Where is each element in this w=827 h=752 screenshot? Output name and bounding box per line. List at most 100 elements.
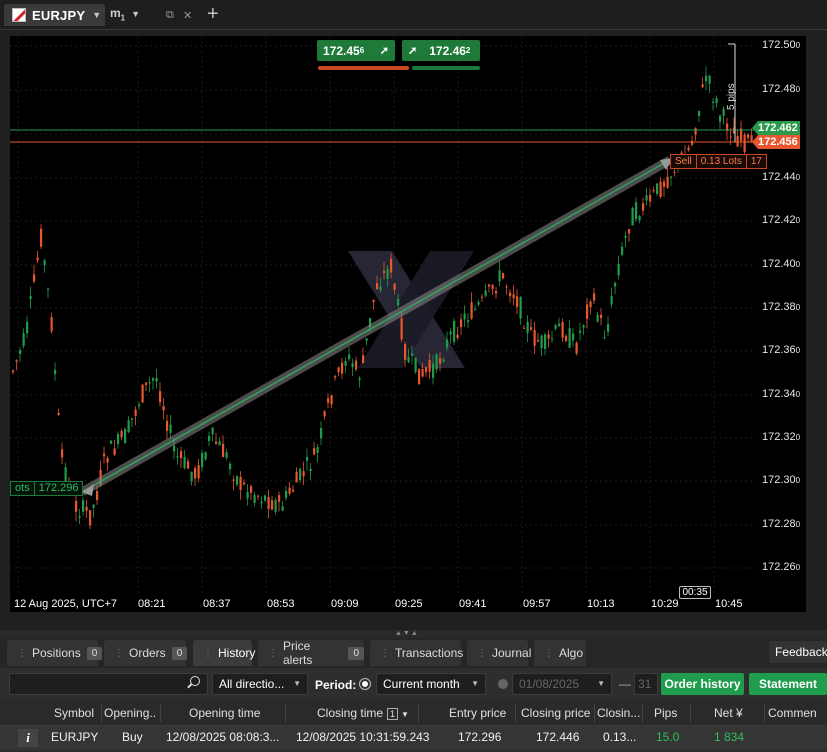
- candle-body: [512, 294, 515, 299]
- candle-body: [54, 369, 57, 375]
- column-header-opening-direction[interactable]: Opening..: [104, 706, 158, 720]
- column-header-symbol[interactable]: Symbol: [54, 706, 100, 720]
- add-chart-button[interactable]: +: [207, 3, 219, 26]
- candle-body: [358, 378, 361, 381]
- period-select[interactable]: Current month ▼: [376, 673, 486, 695]
- date-to-input[interactable]: 31: [634, 673, 658, 695]
- price-scale-label: 172.500: [762, 39, 800, 51]
- sell-position-label[interactable]: Sell 0.13 Lots 17: [670, 154, 767, 169]
- column-header-closing-qty[interactable]: Closin...: [597, 706, 641, 720]
- column-separator[interactable]: [101, 704, 102, 722]
- candle-body: [656, 183, 659, 194]
- candle-body: [596, 314, 599, 322]
- panel-splitter[interactable]: ▲▼▲: [0, 630, 827, 638]
- buy-position-label[interactable]: ots 172.296: [10, 481, 84, 496]
- candle-body: [148, 381, 151, 384]
- grip-icon: ▲▼▲: [395, 630, 419, 637]
- candle-body: [323, 411, 326, 417]
- candle-body: [82, 500, 85, 512]
- tab-price-alerts[interactable]: ⋮ Price alerts 0: [258, 639, 364, 667]
- column-header-entry-price[interactable]: Entry price: [449, 706, 511, 720]
- pips-ruler-label: 5 pips: [726, 83, 737, 110]
- date-to-value: 31: [638, 677, 652, 691]
- column-header-closing-price[interactable]: Closing price: [521, 706, 593, 720]
- period-radio-custom[interactable]: [498, 679, 508, 689]
- period-radio-current[interactable]: [360, 679, 370, 689]
- chart-grid: [10, 36, 756, 596]
- column-header-closing-time[interactable]: Closing time 1 ▼: [317, 706, 417, 720]
- column-header-opening-time[interactable]: Opening time: [189, 706, 279, 720]
- column-separator[interactable]: [285, 704, 286, 722]
- price-scale-value: 172.42: [762, 214, 796, 226]
- candle-body: [666, 176, 669, 188]
- tab-history[interactable]: ⋮ History: [193, 640, 255, 666]
- tab-algo[interactable]: ⋮ Algo: [534, 640, 586, 666]
- candle-body: [281, 506, 284, 511]
- column-separator[interactable]: [418, 704, 419, 722]
- column-separator[interactable]: [594, 704, 595, 722]
- candle-body: [155, 377, 158, 382]
- arrow-up-right-icon: ➚: [408, 45, 418, 57]
- info-icon[interactable]: i: [18, 729, 38, 747]
- candle-body: [12, 370, 15, 373]
- candle-body: [127, 420, 130, 433]
- tab-label: Algo: [559, 646, 584, 660]
- candle-body: [159, 391, 162, 403]
- tab-positions[interactable]: ⋮ Positions 0: [7, 640, 103, 666]
- candle-body: [582, 325, 585, 328]
- candle-body: [719, 115, 722, 122]
- column-header-comment[interactable]: Commen: [768, 706, 823, 720]
- column-header-pips[interactable]: Pips: [654, 706, 684, 720]
- candle-body: [649, 194, 652, 202]
- price-scale-value: 172.28: [762, 518, 796, 530]
- grip-icon: ⋮: [203, 647, 213, 659]
- tab-orders[interactable]: ⋮ Orders 0: [104, 640, 188, 666]
- candle-body: [75, 500, 78, 512]
- price-scale-label: 172.420: [762, 214, 800, 226]
- chevron-down-icon[interactable]: ▼: [92, 10, 101, 20]
- candle-body: [421, 368, 424, 377]
- candle-body: [593, 293, 596, 301]
- date-from-input[interactable]: 01/08/2025 ▼: [512, 673, 612, 695]
- timeframe-selector[interactable]: m1 ▼: [110, 6, 140, 22]
- time-scale-label: 08:21: [138, 598, 166, 610]
- search-icon[interactable]: [190, 676, 200, 686]
- statement-button[interactable]: Statement: [749, 673, 827, 695]
- search-input[interactable]: [9, 673, 208, 695]
- column-separator[interactable]: [764, 704, 765, 722]
- candle-body: [519, 297, 522, 319]
- candle-body: [743, 134, 746, 152]
- column-separator[interactable]: [690, 704, 691, 722]
- tab-transactions[interactable]: ⋮ Transactions: [370, 640, 464, 666]
- feedback-button[interactable]: Feedback: [769, 641, 827, 663]
- direction-select[interactable]: All directio... ▼: [212, 673, 308, 695]
- table-row[interactable]: i EURJPY Buy 12/08/2025 08:08:3... 12/08…: [0, 726, 827, 750]
- candle-body: [295, 471, 298, 483]
- candle-body: [670, 176, 673, 178]
- detach-icon[interactable]: ⧉: [166, 9, 174, 22]
- ask-price-tag: 172.462: [752, 121, 800, 135]
- order-history-button[interactable]: Order history: [661, 673, 744, 695]
- price-scale-value: 172.50: [762, 39, 796, 51]
- tab-count-badge: 0: [171, 646, 188, 660]
- candle-body: [348, 354, 351, 360]
- candle-body: [365, 338, 368, 341]
- cell-pips: 15.0: [656, 730, 680, 744]
- candle-body: [120, 430, 123, 438]
- candle-body: [362, 355, 365, 363]
- close-icon[interactable]: ✕: [183, 9, 192, 22]
- column-separator[interactable]: [642, 704, 643, 722]
- candle-body: [673, 171, 676, 173]
- chart-tab-eurjpy[interactable]: EURJPY ▼: [4, 4, 105, 26]
- grip-icon: ⋮: [380, 647, 390, 659]
- buy-quote-button[interactable]: ➚ 172.46 2: [402, 40, 480, 61]
- tab-label: Transactions: [395, 646, 464, 660]
- cell-opening-time: 12/08/2025 08:08:3...: [166, 730, 280, 744]
- column-separator[interactable]: [160, 704, 161, 722]
- column-header-net[interactable]: Net ¥: [714, 706, 754, 720]
- tab-journal[interactable]: ⋮ Journal: [467, 640, 531, 666]
- column-separator[interactable]: [515, 704, 516, 722]
- chevron-down-icon: ▼: [131, 9, 141, 19]
- sell-quote-button[interactable]: 172.45 6 ➚: [317, 40, 395, 61]
- price-scale[interactable]: [756, 36, 806, 596]
